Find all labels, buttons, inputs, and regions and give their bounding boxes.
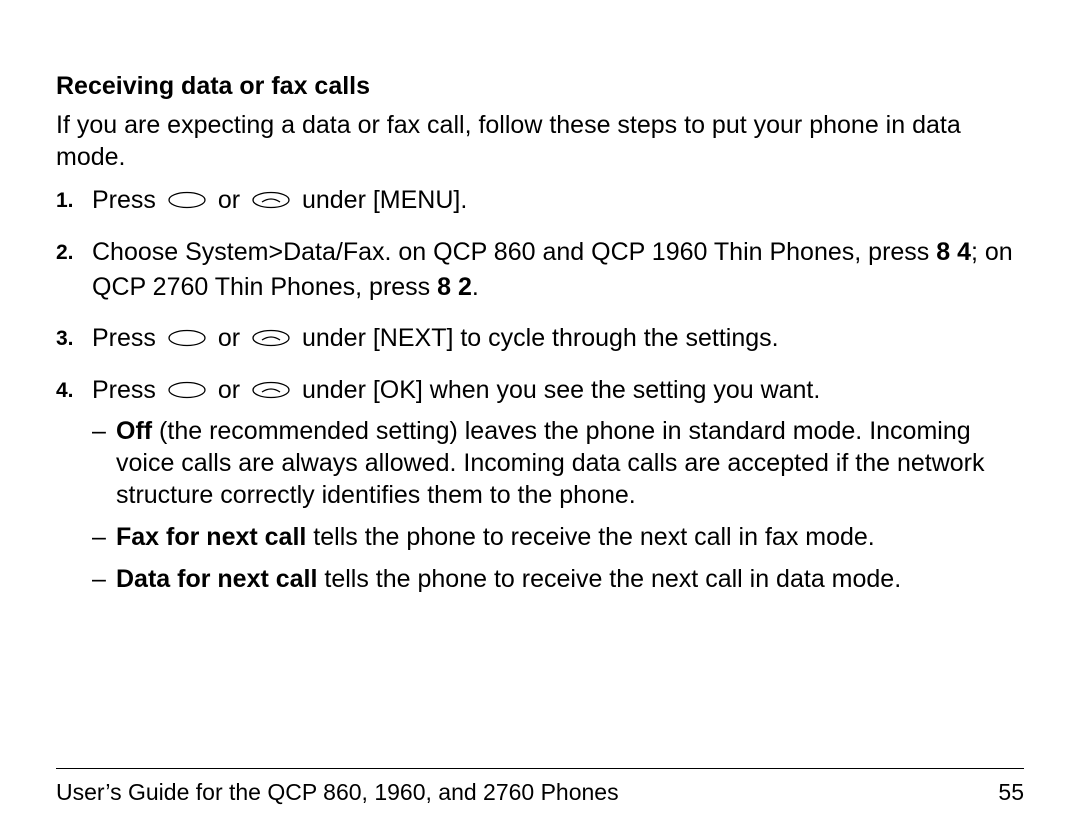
step-3: 3. Press or under [NEXT] to cycle throug… bbox=[56, 321, 1024, 363]
sub-body: Fax for next call tells the phone to rec… bbox=[116, 521, 1024, 553]
text: . bbox=[472, 273, 479, 301]
step-1: 1. Press or under [MENU]. bbox=[56, 183, 1024, 225]
softkey-oval-icon bbox=[167, 184, 207, 219]
step-number: 3. bbox=[56, 321, 92, 353]
softkey-up-oval-icon bbox=[251, 184, 291, 219]
text: Press bbox=[92, 324, 163, 352]
text: Choose System>Data/Fax. on QCP 860 and Q… bbox=[92, 238, 936, 266]
sub-item-off: – Off (the recommended setting) leaves t… bbox=[92, 415, 1024, 511]
text: or bbox=[218, 186, 247, 214]
sub-body: Off (the recommended setting) leaves the… bbox=[116, 415, 1024, 511]
step-2: 2. Choose System>Data/Fax. on QCP 860 an… bbox=[56, 235, 1024, 311]
softkey-up-oval-icon bbox=[251, 322, 291, 357]
sub-item-fax: – Fax for next call tells the phone to r… bbox=[92, 521, 1024, 553]
text-bold: Data for next call bbox=[116, 565, 317, 593]
footer-title: User’s Guide for the QCP 860, 1960, and … bbox=[56, 779, 619, 806]
sub-list: – Off (the recommended setting) leaves t… bbox=[92, 415, 1024, 595]
text: under [NEXT] to cycle through the settin… bbox=[302, 324, 779, 352]
dash: – bbox=[92, 415, 116, 511]
intro-paragraph: If you are expecting a data or fax call,… bbox=[56, 109, 1024, 173]
footer-divider bbox=[56, 768, 1024, 769]
text-bold: Fax for next call bbox=[116, 523, 306, 551]
step-4: 4. Press or under [OK] when you see the … bbox=[56, 373, 1024, 605]
text-bold: 8 2 bbox=[437, 273, 472, 301]
step-number: 1. bbox=[56, 183, 92, 215]
text: tells the phone to receive the next call… bbox=[317, 565, 901, 593]
text: under [MENU]. bbox=[302, 186, 467, 214]
steps-list: 1. Press or under [MENU]. 2. bbox=[56, 183, 1024, 605]
step-body: Press or under [OK] when you see the set… bbox=[92, 373, 1024, 605]
text: (the recommended setting) leaves the pho… bbox=[116, 417, 985, 509]
sub-item-data: – Data for next call tells the phone to … bbox=[92, 563, 1024, 595]
page-number: 55 bbox=[998, 779, 1024, 806]
page-footer: User’s Guide for the QCP 860, 1960, and … bbox=[56, 768, 1024, 806]
text: Press bbox=[92, 376, 163, 404]
text-bold: 8 4 bbox=[936, 238, 971, 266]
step-body: Choose System>Data/Fax. on QCP 860 and Q… bbox=[92, 235, 1024, 311]
dash: – bbox=[92, 563, 116, 595]
softkey-oval-icon bbox=[167, 322, 207, 357]
text: or bbox=[218, 324, 247, 352]
step-number: 4. bbox=[56, 373, 92, 405]
sub-body: Data for next call tells the phone to re… bbox=[116, 563, 1024, 595]
section-heading: Receiving data or fax calls bbox=[56, 72, 1024, 101]
softkey-up-oval-icon bbox=[251, 374, 291, 409]
step-body: Press or under [MENU]. bbox=[92, 183, 1024, 225]
dash: – bbox=[92, 521, 116, 553]
text: or bbox=[218, 376, 247, 404]
step-body: Press or under [NEXT] to cycle through t… bbox=[92, 321, 1024, 363]
text: tells the phone to receive the next call… bbox=[306, 523, 874, 551]
softkey-oval-icon bbox=[167, 374, 207, 409]
text-bold: Off bbox=[116, 417, 152, 445]
step-number: 2. bbox=[56, 235, 92, 267]
page: Receiving data or fax calls If you are e… bbox=[0, 0, 1080, 834]
text: under [OK] when you see the setting you … bbox=[302, 376, 820, 404]
text: Press bbox=[92, 186, 163, 214]
